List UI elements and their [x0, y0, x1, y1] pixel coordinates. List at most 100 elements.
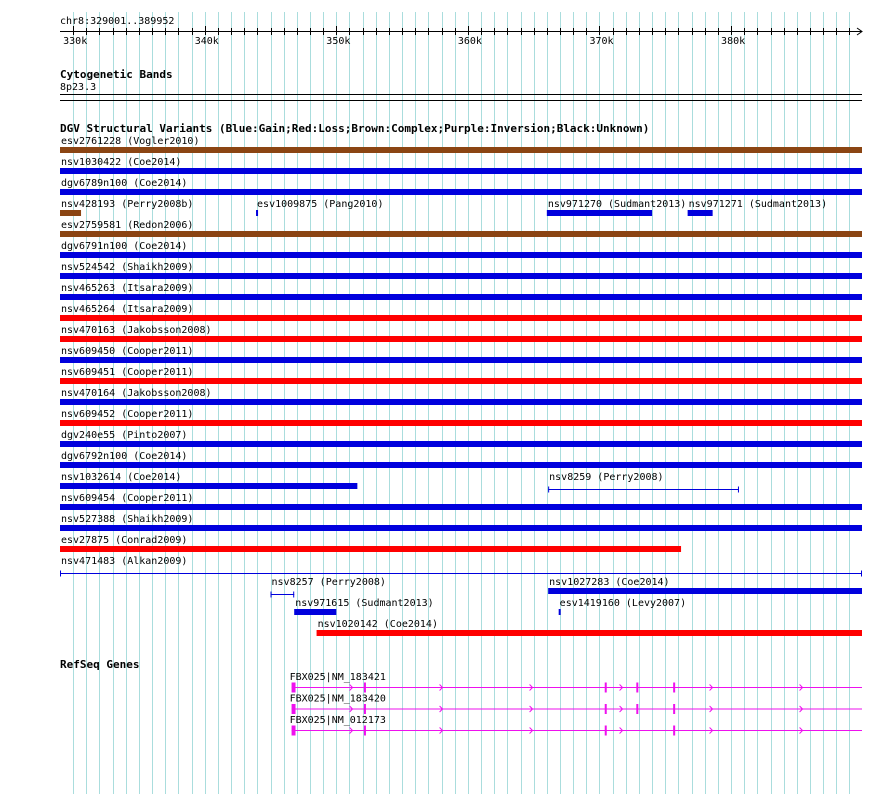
gene-exon[interactable] [291, 704, 296, 714]
variant-label[interactable]: esv2761228 (Vogler2010) [61, 136, 199, 147]
variant-bar[interactable] [60, 273, 862, 279]
variant-label[interactable]: nsv609450 (Cooper2011) [61, 346, 193, 357]
variant-label[interactable]: nsv465264 (Itsara2009) [61, 304, 193, 315]
variant-feature[interactable]: nsv8259 (Perry2008) [548, 472, 739, 493]
variant-label[interactable]: dgv6789n100 (Coe2014) [61, 178, 187, 189]
refseq-track-title[interactable]: RefSeq Genes [60, 658, 139, 671]
variant-bar[interactable] [60, 462, 862, 468]
variant-bar[interactable] [60, 399, 862, 405]
variant-feature[interactable]: esv1009875 (Pang2010) [256, 199, 383, 216]
variant-bar[interactable] [60, 189, 862, 195]
gene-exon[interactable] [604, 704, 607, 714]
variant-label[interactable]: nsv971271 (Sudmant2013) [689, 199, 827, 210]
gene-exon[interactable] [636, 682, 639, 693]
gene-exon[interactable] [636, 704, 639, 714]
variant-feature[interactable]: dgv6791n100 (Coe2014) [60, 241, 862, 258]
variant-bar[interactable] [60, 546, 682, 552]
variant-bar[interactable] [60, 231, 862, 237]
variant-bar[interactable] [558, 609, 561, 615]
variant-bar[interactable] [294, 609, 337, 615]
gene-exon[interactable] [363, 725, 366, 736]
gene-exon[interactable] [291, 725, 296, 736]
variant-bar[interactable] [60, 504, 862, 510]
variant-bar[interactable] [316, 630, 862, 636]
variant-label[interactable]: dgv240e55 (Pinto2007) [61, 430, 187, 441]
variant-label[interactable]: nsv527388 (Shaikh2009) [61, 514, 193, 525]
variant-feature[interactable]: nsv609454 (Cooper2011) [60, 493, 862, 510]
variant-label[interactable]: nsv609452 (Cooper2011) [61, 409, 193, 420]
variant-bar[interactable] [60, 357, 862, 363]
variant-feature[interactable]: nsv1030422 (Coe2014) [60, 157, 862, 174]
variant-feature[interactable]: nsv465263 (Itsara2009) [60, 283, 862, 300]
variant-label[interactable]: nsv8257 (Perry2008) [272, 577, 386, 588]
variant-feature[interactable]: dgv6789n100 (Coe2014) [60, 178, 862, 195]
gene-exon[interactable] [363, 682, 366, 693]
variant-label[interactable]: nsv428193 (Perry2008b) [61, 199, 193, 210]
variant-label[interactable]: esv2759581 (Redon2006) [61, 220, 193, 231]
variant-bar[interactable] [60, 420, 862, 426]
variant-bar[interactable] [60, 336, 862, 342]
variant-label[interactable]: nsv1030422 (Coe2014) [61, 157, 181, 168]
gene-label[interactable]: FBX025|NM_012173 [290, 715, 386, 726]
variant-bar[interactable] [60, 315, 862, 321]
variant-bar[interactable] [60, 483, 358, 489]
variant-label[interactable]: nsv471483 (Alkan2009) [61, 556, 187, 567]
gene-feature[interactable]: FBX025|NM_012173 [290, 715, 862, 736]
variant-bar[interactable] [256, 210, 259, 216]
gene-exon[interactable] [604, 725, 607, 736]
variant-feature[interactable]: nsv527388 (Shaikh2009) [60, 514, 862, 531]
variant-label[interactable]: esv27875 (Conrad2009) [61, 535, 187, 546]
variant-bar[interactable] [548, 588, 862, 594]
cytoband-track-title[interactable]: Cytogenetic Bands [60, 68, 173, 81]
gene-exon[interactable] [291, 682, 296, 693]
variant-bar[interactable] [546, 210, 653, 216]
variant-label[interactable]: nsv470163 (Jakobsson2008) [61, 325, 212, 336]
gene-exon[interactable] [673, 704, 676, 714]
variant-feature[interactable]: nsv465264 (Itsara2009) [60, 304, 862, 321]
variant-feature[interactable]: dgv240e55 (Pinto2007) [60, 430, 862, 447]
variant-feature[interactable]: esv1419160 (Levy2007) [558, 598, 686, 615]
variant-bar[interactable] [687, 210, 713, 216]
variant-feature[interactable]: nsv8257 (Perry2008) [270, 577, 386, 598]
dgv-track-title[interactable]: DGV Structural Variants (Blue:Gain;Red:L… [60, 122, 649, 135]
variant-label[interactable]: nsv609451 (Cooper2011) [61, 367, 193, 378]
variant-label[interactable]: esv1419160 (Levy2007) [560, 598, 686, 609]
variant-feature[interactable]: esv2759581 (Redon2006) [60, 220, 862, 237]
variant-bar[interactable] [60, 294, 862, 300]
variant-label[interactable]: nsv971615 (Sudmant2013) [295, 598, 433, 609]
variant-label[interactable]: nsv470164 (Jakobsson2008) [61, 388, 212, 399]
variant-bar[interactable] [60, 378, 862, 384]
variant-feature[interactable]: esv27875 (Conrad2009) [60, 535, 682, 552]
variant-label[interactable]: esv1009875 (Pang2010) [257, 199, 383, 210]
gene-exon[interactable] [604, 682, 607, 693]
variant-label[interactable]: nsv465263 (Itsara2009) [61, 283, 193, 294]
gene-label[interactable]: FBX025|NM_183421 [290, 672, 386, 683]
variant-label[interactable]: nsv609454 (Cooper2011) [61, 493, 193, 504]
variant-feature[interactable]: esv2761228 (Vogler2010) [60, 136, 862, 153]
variant-bar[interactable] [60, 441, 862, 447]
variant-bar[interactable] [60, 168, 862, 174]
variant-feature[interactable]: nsv609451 (Cooper2011) [60, 367, 862, 384]
variant-feature[interactable]: nsv1032614 (Coe2014) [60, 472, 358, 489]
variant-label[interactable]: nsv971270 (Sudmant2013) [548, 199, 686, 210]
gene-feature[interactable]: FBX025|NM_183420 [290, 694, 862, 715]
variant-bar[interactable] [60, 147, 862, 153]
variant-label[interactable]: dgv6792n100 (Coe2014) [61, 451, 187, 462]
gene-feature[interactable]: FBX025|NM_183421 [290, 672, 862, 693]
variant-label[interactable]: nsv1020142 (Coe2014) [318, 619, 438, 630]
variant-bar[interactable] [60, 525, 862, 531]
gene-label[interactable]: FBX025|NM_183420 [290, 694, 386, 705]
variant-bar[interactable] [60, 210, 82, 216]
gene-exon[interactable] [673, 725, 676, 736]
gene-exon[interactable] [363, 704, 366, 714]
variant-feature[interactable]: nsv1020142 (Coe2014) [316, 619, 862, 636]
variant-feature[interactable]: nsv470163 (Jakobsson2008) [60, 325, 862, 342]
variant-label[interactable]: dgv6791n100 (Coe2014) [61, 241, 187, 252]
variant-feature[interactable]: nsv524542 (Shaikh2009) [60, 262, 862, 279]
variant-label[interactable]: nsv524542 (Shaikh2009) [61, 262, 193, 273]
variant-bar[interactable] [60, 252, 862, 258]
variant-feature[interactable]: nsv609452 (Cooper2011) [60, 409, 862, 426]
variant-label[interactable]: nsv8259 (Perry2008) [549, 472, 663, 483]
variant-feature[interactable]: nsv470164 (Jakobsson2008) [60, 388, 862, 405]
variant-feature[interactable]: nsv609450 (Cooper2011) [60, 346, 862, 363]
